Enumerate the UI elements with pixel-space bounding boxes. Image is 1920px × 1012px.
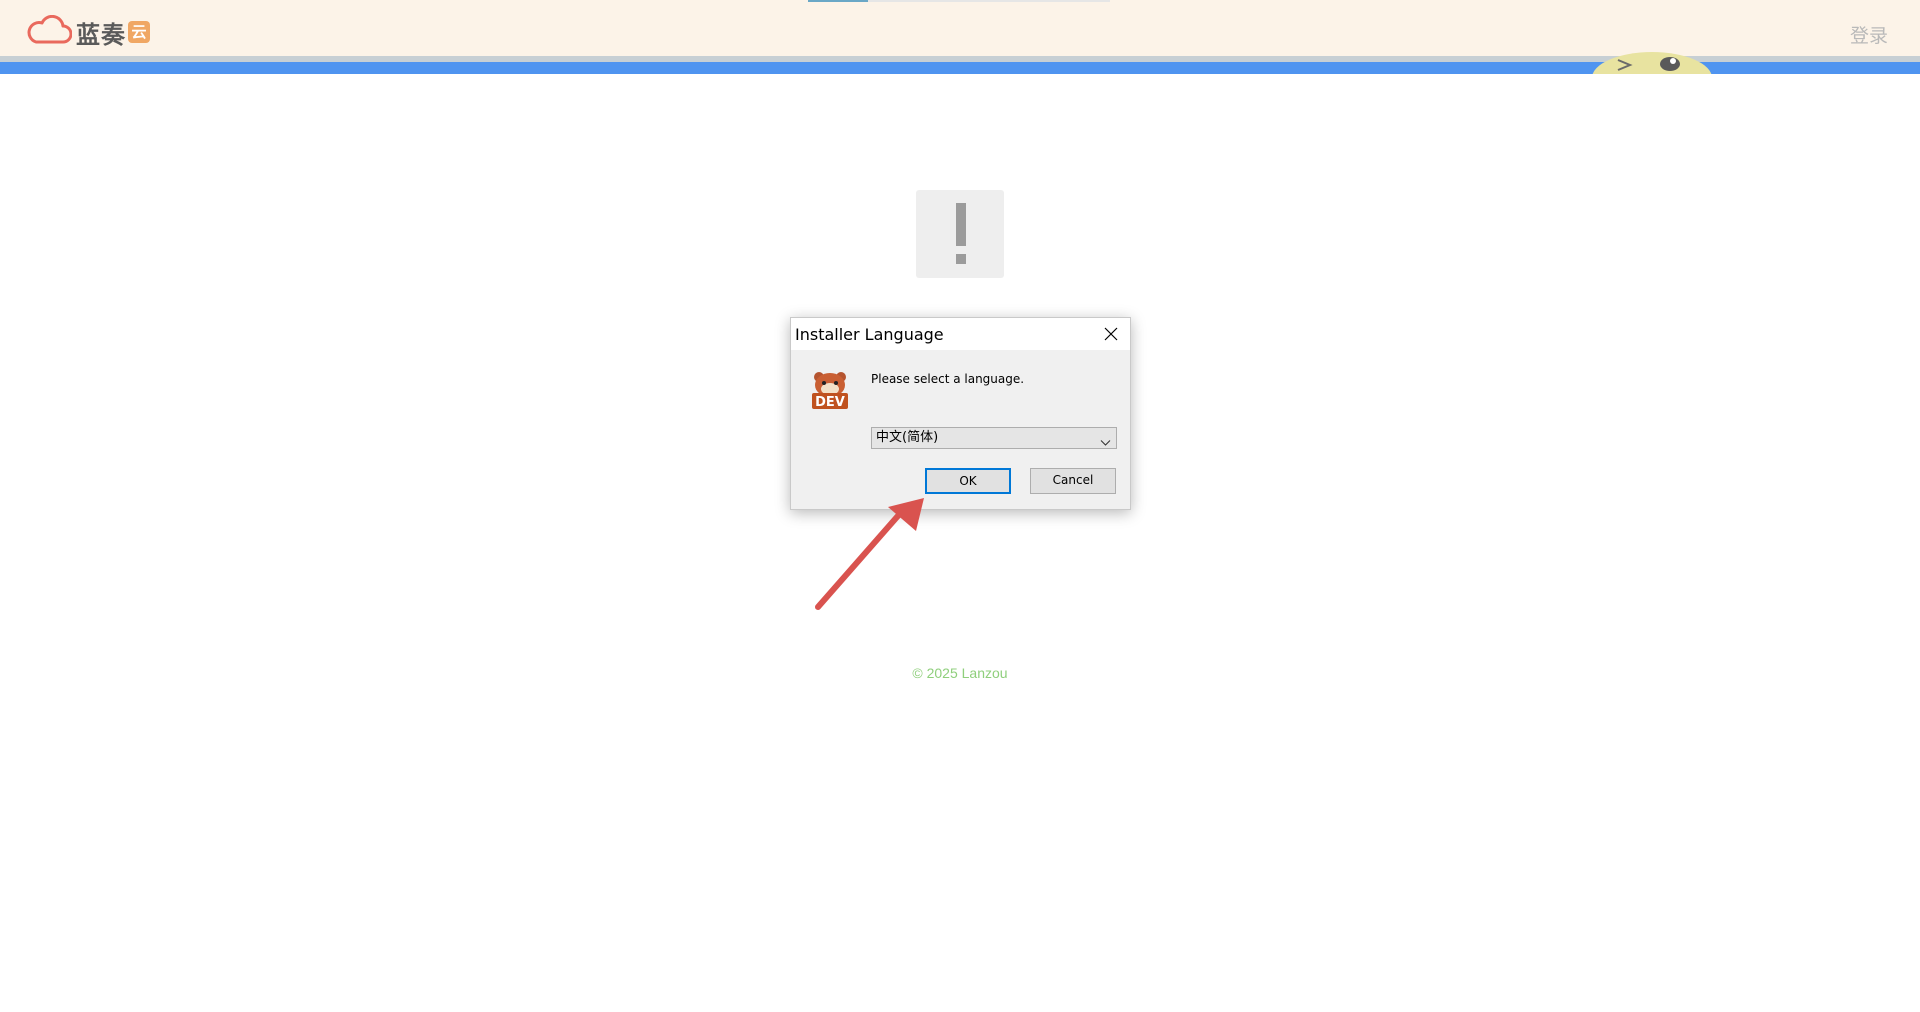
site-logo[interactable]: 蓝奏 云	[26, 14, 150, 50]
language-select[interactable]: 中文(简体)	[871, 427, 1117, 449]
dev-badge-icon: DEV	[810, 370, 850, 410]
header-tab-active-indicator	[808, 0, 868, 2]
dialog-titlebar[interactable]: Installer Language	[791, 318, 1130, 350]
logo-text: 蓝奏	[76, 20, 126, 49]
mascot-illustration	[1590, 50, 1720, 74]
language-select-value: 中文(简体)	[876, 430, 939, 445]
dev-badge-text: DEV	[815, 395, 845, 410]
cloud-icon	[26, 14, 73, 50]
exclamation-icon	[916, 190, 1004, 278]
chevron-down-icon	[1100, 434, 1111, 446]
cancel-button[interactable]: Cancel	[1030, 468, 1116, 494]
close-icon[interactable]	[1101, 324, 1121, 344]
dialog-message: Please select a language.	[871, 372, 1025, 386]
logo-badge: 云	[128, 21, 150, 43]
site-header: 蓝奏 云 登录	[0, 0, 1920, 56]
dialog-title: Installer Language	[795, 325, 944, 344]
header-tab-underline	[808, 0, 1110, 2]
arrow-icon	[815, 498, 924, 610]
exclamation-dot	[956, 254, 966, 264]
exclamation-bar	[956, 203, 966, 246]
copyright-text: © 2025 Lanzou	[912, 665, 1008, 681]
login-link[interactable]: 登录	[1850, 21, 1888, 48]
